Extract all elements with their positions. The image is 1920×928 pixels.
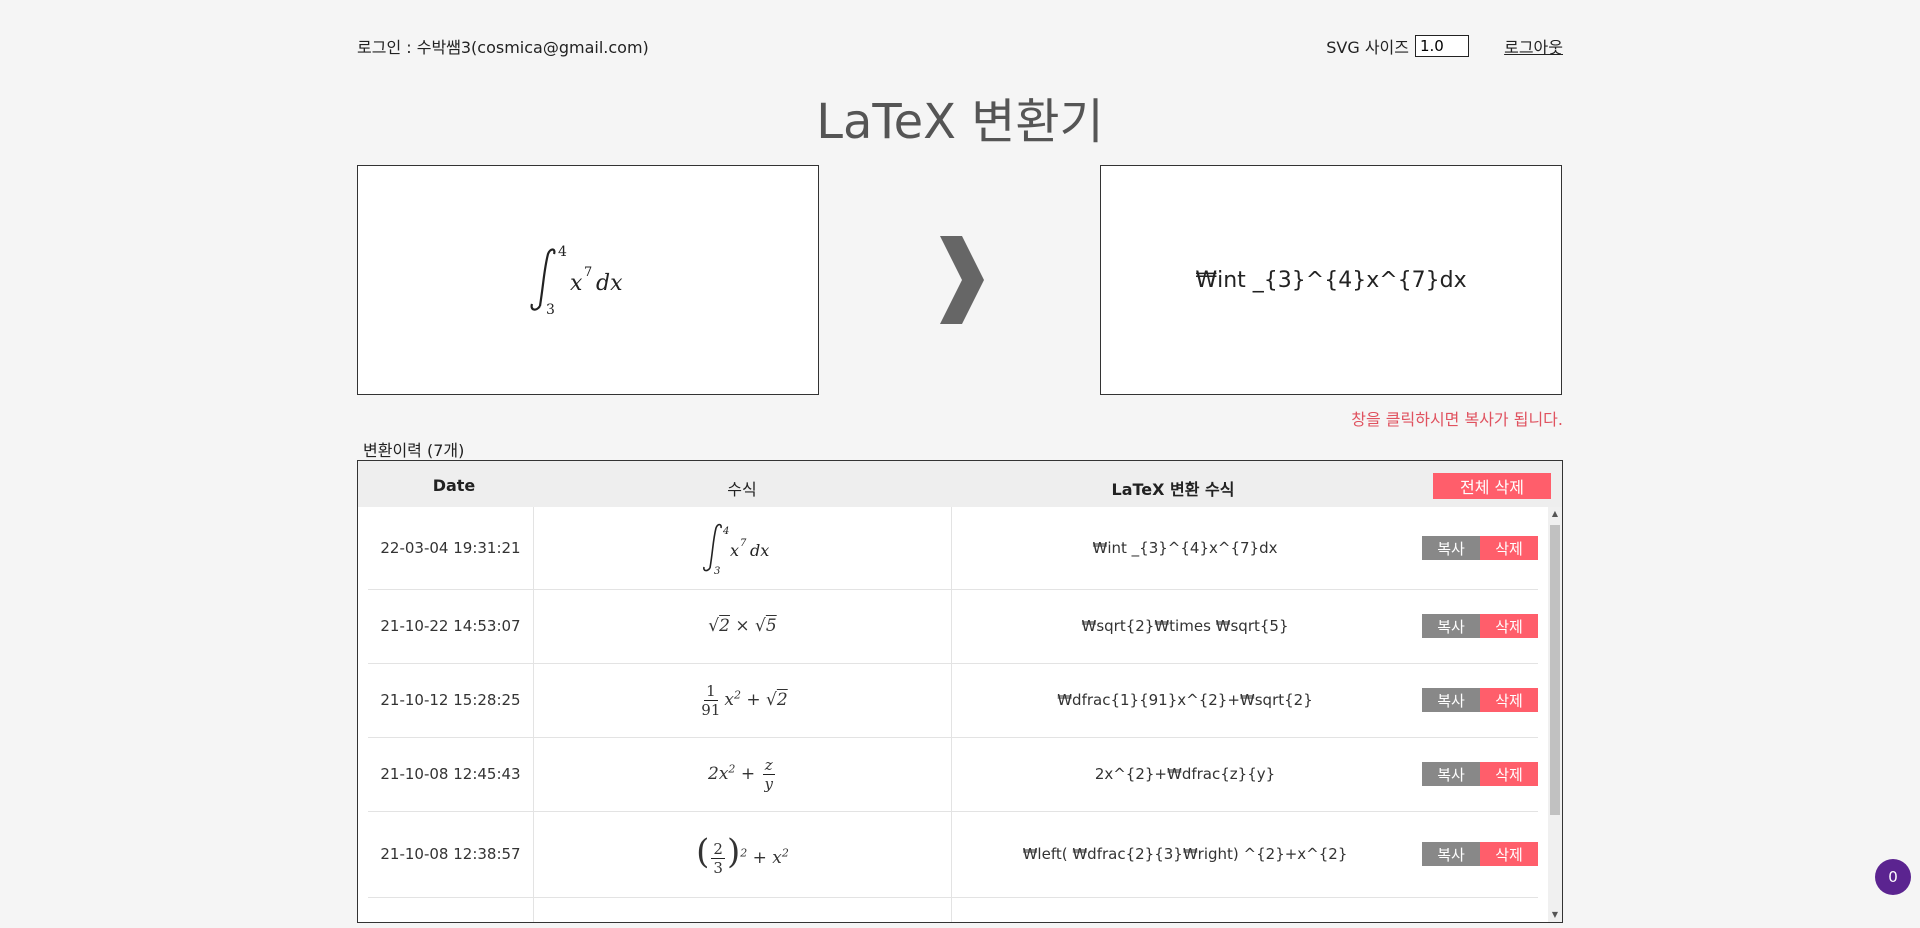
copy-button[interactable]: 복사 <box>1422 688 1480 712</box>
delete-button[interactable]: 삭제 <box>1480 842 1538 866</box>
formula-integral: 4 3 x 7 dx <box>702 523 769 576</box>
svg-text:x: x <box>570 271 583 296</box>
row-date <box>368 897 534 922</box>
svg-text:7: 7 <box>740 538 747 549</box>
row-latex: ₩int _{3}^{4}x^{7}dx <box>1092 539 1278 557</box>
delete-button[interactable]: 삭제 <box>1480 762 1538 786</box>
scroll-up-icon[interactable]: ▲ <box>1548 507 1562 521</box>
row-date: 21-10-12 15:28:25 <box>368 663 534 737</box>
delete-button[interactable]: 삭제 <box>1480 614 1538 638</box>
svg-text:3: 3 <box>546 302 555 318</box>
column-latex: LaTeX 변환 수식 <box>1111 480 1235 499</box>
row-formula <box>534 897 952 922</box>
logout-link[interactable]: 로그아웃 <box>1504 34 1563 58</box>
row-actions: 복사 삭제 <box>1418 737 1538 811</box>
top-bar: 로그인 : 수박쌤3(cosmica@gmail.com) SVG 사이즈 로그… <box>357 32 1563 58</box>
row-formula: √2 × √5 <box>534 589 952 663</box>
table-row: 21-10-08 12:45:43 2x2 + zy 2x^{2}+₩dfrac… <box>368 737 1538 812</box>
table-scrollbar[interactable]: ▲ ▼ <box>1548 507 1562 922</box>
row-date: 22-03-04 19:31:21 <box>368 507 534 589</box>
page-title: LaTeX 변환기 <box>816 94 1104 150</box>
row-latex: ₩sqrt{2}₩times ₩sqrt{5} <box>1081 617 1289 635</box>
svg-text:dx: dx <box>750 541 769 560</box>
svg-text:dx: dx <box>596 271 623 296</box>
row-latex: ₩dfrac{1}{91}x^{2}+₩sqrt{2} <box>1057 691 1313 709</box>
row-formula: 2x2 + zy <box>534 737 952 811</box>
history-label: 변환이력 (7개) <box>363 441 465 460</box>
copy-button[interactable]: 복사 <box>1422 842 1480 866</box>
table-row: 21-10-12 15:28:25 1 91 x2 + √2 ₩dfrac{1}{9… <box>368 663 1538 738</box>
chevron-right-icon <box>940 236 984 324</box>
login-status: 로그인 : 수박쌤3(cosmica@gmail.com) <box>357 38 649 57</box>
svg-text:4: 4 <box>722 526 729 537</box>
table-row-partial <box>368 897 1538 922</box>
svg-size-input[interactable] <box>1415 35 1469 57</box>
row-actions: 복사 삭제 <box>1418 811 1538 897</box>
column-formula: 수식 <box>727 480 757 499</box>
history-table: Date 수식 LaTeX 변환 수식 전체 삭제 22-03-04 19:31… <box>357 460 1563 923</box>
row-formula: 4 3 x 7 dx <box>534 507 952 589</box>
table-row: 21-10-08 12:38:57 (2 3)2 + x2 ₩left( ₩dfr… <box>368 811 1538 898</box>
scroll-down-icon[interactable]: ▼ <box>1548 908 1562 922</box>
row-formula: 1 91 x2 + √2 <box>534 663 952 737</box>
table-row: 22-03-04 19:31:21 4 3 x 7 dx ₩int _{3}^{… <box>368 507 1538 590</box>
page-container: 로그인 : 수박쌤3(cosmica@gmail.com) SVG 사이즈 로그… <box>357 0 1563 928</box>
delete-button[interactable]: 삭제 <box>1480 688 1538 712</box>
row-latex: ₩left( ₩dfrac{2}{3}₩right) ^{2}+x^{2} <box>1022 845 1348 863</box>
column-date: Date <box>432 476 476 495</box>
row-actions: 복사 삭제 <box>1418 663 1538 737</box>
copy-button[interactable]: 복사 <box>1422 536 1480 560</box>
row-date: 21-10-08 12:45:43 <box>368 737 534 811</box>
table-header: Date 수식 LaTeX 변환 수식 전체 삭제 <box>358 461 1562 507</box>
row-date: 21-10-22 14:53:07 <box>368 589 534 663</box>
table-row: 21-10-22 14:53:07 √2 × √5 ₩sqrt{2}₩times… <box>368 589 1538 664</box>
svg-size-label: SVG 사이즈 <box>1326 38 1409 57</box>
svg-text:7: 7 <box>584 265 592 280</box>
chat-badge[interactable]: 0 <box>1875 859 1911 895</box>
svg-text:4: 4 <box>558 244 567 260</box>
row-actions: 복사 삭제 <box>1418 507 1538 589</box>
copy-button[interactable]: 복사 <box>1422 614 1480 638</box>
svg-text:3: 3 <box>714 566 720 576</box>
row-date: 21-10-08 12:38:57 <box>368 811 534 897</box>
formula-input-panel[interactable]: 4 3 x 7 dx <box>357 165 819 395</box>
svg-size-control: SVG 사이즈 <box>1326 34 1469 58</box>
svg-text:x: x <box>730 541 739 560</box>
row-actions: 복사 삭제 <box>1418 589 1538 663</box>
scroll-thumb[interactable] <box>1550 525 1560 815</box>
row-formula: (2 3)2 + x2 <box>534 811 952 897</box>
row-latex: 2x^{2}+₩dfrac{z}{y} <box>1094 765 1276 783</box>
delete-button[interactable]: 삭제 <box>1480 536 1538 560</box>
copy-button[interactable]: 복사 <box>1422 762 1480 786</box>
copy-hint: 창을 클릭하시면 복사가 됩니다. <box>1351 410 1563 429</box>
delete-all-button[interactable]: 전체 삭제 <box>1433 473 1551 499</box>
rendered-formula: 4 3 x 7 dx <box>530 244 623 318</box>
latex-output-panel[interactable]: ₩int _{3}^{4}x^{7}dx <box>1100 165 1562 395</box>
